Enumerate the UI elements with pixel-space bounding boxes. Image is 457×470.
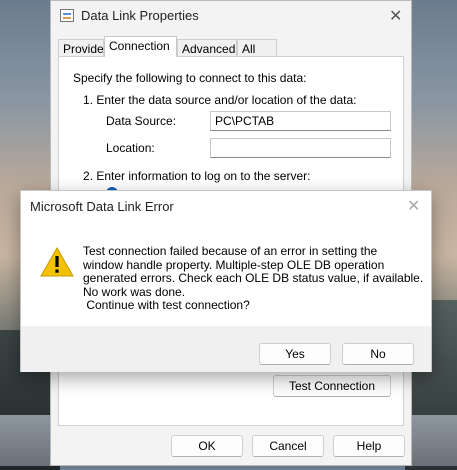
dialog-title: Microsoft Data Link Error	[30, 199, 174, 214]
dialog-button-bar: Yes No	[21, 326, 431, 372]
warning-icon	[40, 247, 74, 277]
data-link-error-dialog: Microsoft Data Link Error ✕ Test connect…	[20, 190, 432, 372]
data-source-label: Data Source:	[106, 114, 177, 128]
test-connection-button[interactable]: Test Connection	[273, 375, 391, 397]
intro-text: Specify the following to connect to this…	[73, 71, 307, 85]
title-bar: Data Link Properties ✕	[51, 1, 411, 31]
tab-provider[interactable]: Provider	[58, 39, 108, 57]
tab-all[interactable]: All	[237, 39, 277, 57]
tab-connection[interactable]: Connection	[104, 36, 177, 57]
location-input[interactable]	[210, 138, 391, 158]
data-source-input[interactable]: PC\PCTAB	[210, 111, 391, 131]
location-label: Location:	[106, 141, 155, 155]
no-button[interactable]: No	[342, 343, 414, 365]
tab-advanced[interactable]: Advanced	[177, 39, 237, 57]
error-message: Test connection failed because of an err…	[83, 244, 424, 313]
close-icon[interactable]: ✕	[389, 6, 402, 26]
dialog-close-icon[interactable]: ✕	[407, 196, 420, 216]
help-button[interactable]: Help	[333, 435, 405, 457]
step1-text: 1. Enter the data source and/or location…	[83, 93, 357, 107]
ok-button[interactable]: OK	[171, 435, 243, 457]
cancel-button[interactable]: Cancel	[252, 435, 324, 457]
app-icon	[60, 9, 74, 22]
step2-text: 2. Enter information to log on to the se…	[83, 169, 311, 183]
yes-button[interactable]: Yes	[259, 343, 331, 365]
window-title: Data Link Properties	[81, 8, 199, 23]
